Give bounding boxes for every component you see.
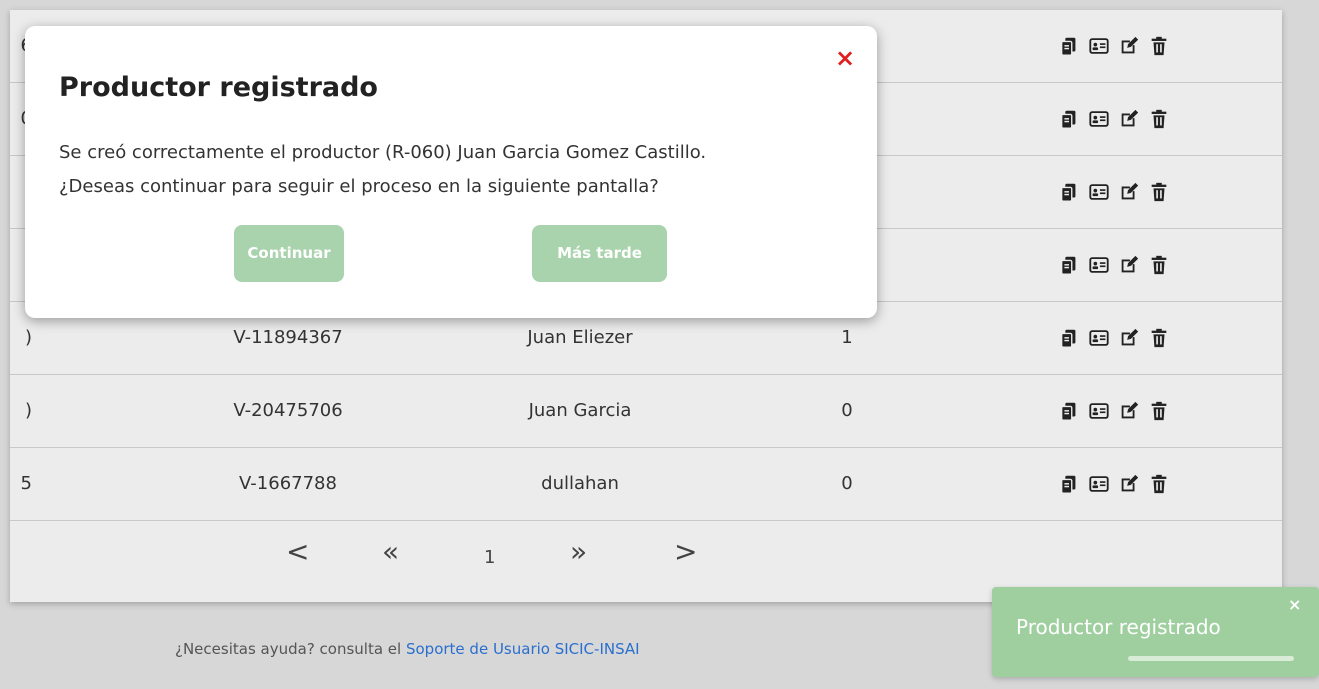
toast-close-icon[interactable]: × bbox=[1288, 595, 1301, 614]
edit-icon[interactable] bbox=[1118, 254, 1140, 276]
toast-progress-bar bbox=[1128, 656, 1294, 661]
modal-message-line1: Se creó correctamente el productor (R-06… bbox=[59, 142, 707, 163]
row-count-cell: 0 bbox=[841, 400, 853, 421]
trash-icon[interactable] bbox=[1148, 35, 1170, 57]
row-actions bbox=[1058, 302, 1170, 374]
row-actions bbox=[1058, 229, 1170, 301]
id-card-icon[interactable] bbox=[1088, 400, 1110, 422]
row-id-cell: ) bbox=[24, 400, 32, 421]
copy-icon[interactable] bbox=[1058, 327, 1080, 349]
trash-icon[interactable] bbox=[1148, 108, 1170, 130]
page-number-1[interactable]: 1 bbox=[484, 542, 495, 574]
first-page-button[interactable]: « bbox=[382, 536, 399, 568]
row-document-cell: V-20475706 bbox=[233, 400, 343, 421]
row-actions bbox=[1058, 156, 1170, 228]
modal-close-icon[interactable]: × bbox=[835, 44, 855, 72]
success-modal: × Productor registrado Se creó correctam… bbox=[25, 26, 877, 318]
id-card-icon[interactable] bbox=[1088, 108, 1110, 130]
modal-message-line2: ¿Deseas continuar para seguir el proceso… bbox=[59, 176, 659, 197]
footer-help: ¿Necesitas ayuda? consulta el Soporte de… bbox=[175, 640, 640, 658]
trash-icon[interactable] bbox=[1148, 400, 1170, 422]
table-row: ) V-20475706 Juan Garcia 0 bbox=[10, 375, 1282, 448]
toast-notification: Productor registrado × bbox=[992, 587, 1319, 677]
row-count-cell: 0 bbox=[841, 473, 853, 494]
trash-icon[interactable] bbox=[1148, 473, 1170, 495]
copy-icon[interactable] bbox=[1058, 473, 1080, 495]
trash-icon[interactable] bbox=[1148, 254, 1170, 276]
row-name-cell: Juan Garcia bbox=[528, 400, 632, 421]
footer-help-text: ¿Necesitas ayuda? consulta el bbox=[175, 640, 406, 658]
edit-icon[interactable] bbox=[1118, 35, 1140, 57]
trash-icon[interactable] bbox=[1148, 181, 1170, 203]
id-card-icon[interactable] bbox=[1088, 327, 1110, 349]
page: 60))V-11894367Juan Eliezer1)V-20475706Ju… bbox=[0, 0, 1319, 689]
row-id-cell: 5 bbox=[20, 473, 32, 494]
copy-icon[interactable] bbox=[1058, 400, 1080, 422]
edit-icon[interactable] bbox=[1118, 108, 1140, 130]
copy-icon[interactable] bbox=[1058, 35, 1080, 57]
copy-icon[interactable] bbox=[1058, 181, 1080, 203]
support-link[interactable]: Soporte de Usuario SICIC-INSAI bbox=[406, 640, 640, 658]
table-row: 5 V-1667788 dullahan 0 bbox=[10, 448, 1282, 521]
row-name-cell: dullahan bbox=[541, 473, 619, 494]
id-card-icon[interactable] bbox=[1088, 35, 1110, 57]
row-actions bbox=[1058, 10, 1170, 82]
id-card-icon[interactable] bbox=[1088, 473, 1110, 495]
later-button[interactable]: Más tarde bbox=[532, 225, 667, 282]
trash-icon[interactable] bbox=[1148, 327, 1170, 349]
copy-icon[interactable] bbox=[1058, 108, 1080, 130]
row-document-cell: V-1667788 bbox=[239, 473, 337, 494]
pagination: < « 1 » > bbox=[10, 522, 1282, 582]
continue-button[interactable]: Continuar bbox=[234, 225, 344, 282]
edit-icon[interactable] bbox=[1118, 400, 1140, 422]
id-card-icon[interactable] bbox=[1088, 254, 1110, 276]
id-card-icon[interactable] bbox=[1088, 181, 1110, 203]
edit-icon[interactable] bbox=[1118, 181, 1140, 203]
edit-icon[interactable] bbox=[1118, 327, 1140, 349]
toast-message: Productor registrado bbox=[1016, 615, 1221, 639]
row-actions bbox=[1058, 83, 1170, 155]
edit-icon[interactable] bbox=[1118, 473, 1140, 495]
row-actions bbox=[1058, 375, 1170, 447]
prev-page-button[interactable]: < bbox=[286, 536, 309, 568]
last-page-button[interactable]: » bbox=[570, 536, 587, 568]
copy-icon[interactable] bbox=[1058, 254, 1080, 276]
next-page-button[interactable]: > bbox=[674, 536, 697, 568]
row-actions bbox=[1058, 448, 1170, 520]
modal-title: Productor registrado bbox=[59, 72, 378, 103]
